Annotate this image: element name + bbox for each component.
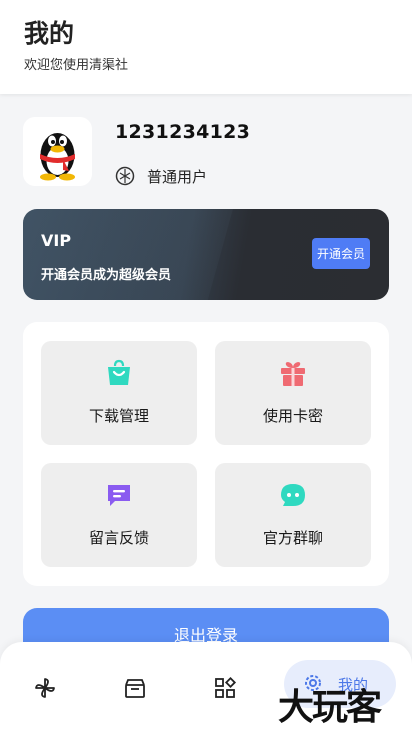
shopping-bag-icon (106, 359, 132, 387)
vip-card[interactable]: VIP 开通会员成为超级会员 开通会员 (23, 209, 389, 300)
username: 1231234123 (115, 121, 251, 143)
menu-panel: 下载管理 使用卡密 留言反馈 官方群聊 (23, 322, 389, 586)
pinwheel-icon[interactable] (33, 676, 57, 700)
qq-penguin-avatar[interactable] (23, 117, 92, 186)
menu-item-feedback[interactable]: 留言反馈 (41, 463, 197, 567)
chat-bubble-icon (280, 481, 306, 509)
menu-item-label: 官方群聊 (262, 529, 323, 547)
menu-item-download-manager[interactable]: 下载管理 (41, 341, 197, 445)
page-subtitle: 欢迎您使用清渠社 (24, 58, 129, 73)
apps-icon[interactable] (213, 676, 237, 700)
menu-item-label: 下载管理 (88, 407, 149, 425)
menu-item-label: 使用卡密 (262, 407, 323, 425)
level-badge-icon (115, 166, 135, 186)
page-title: 我的 (24, 19, 75, 48)
store-icon[interactable] (123, 676, 147, 700)
user-level: 普通用户 (147, 168, 208, 186)
vip-card-decoration (23, 209, 233, 300)
menu-item-use-card-key[interactable]: 使用卡密 (215, 341, 371, 445)
gift-icon (280, 359, 306, 387)
header: 我的 欢迎您使用清渠社 (0, 0, 412, 94)
menu-item-label: 留言反馈 (88, 529, 149, 547)
menu-item-official-group[interactable]: 官方群聊 (215, 463, 371, 567)
watermark: 大玩客 (278, 686, 382, 728)
vip-description: 开通会员成为超级会员 (41, 268, 172, 283)
message-icon (106, 481, 132, 509)
vip-title: VIP (41, 231, 72, 250)
open-vip-button[interactable]: 开通会员 (312, 238, 370, 269)
